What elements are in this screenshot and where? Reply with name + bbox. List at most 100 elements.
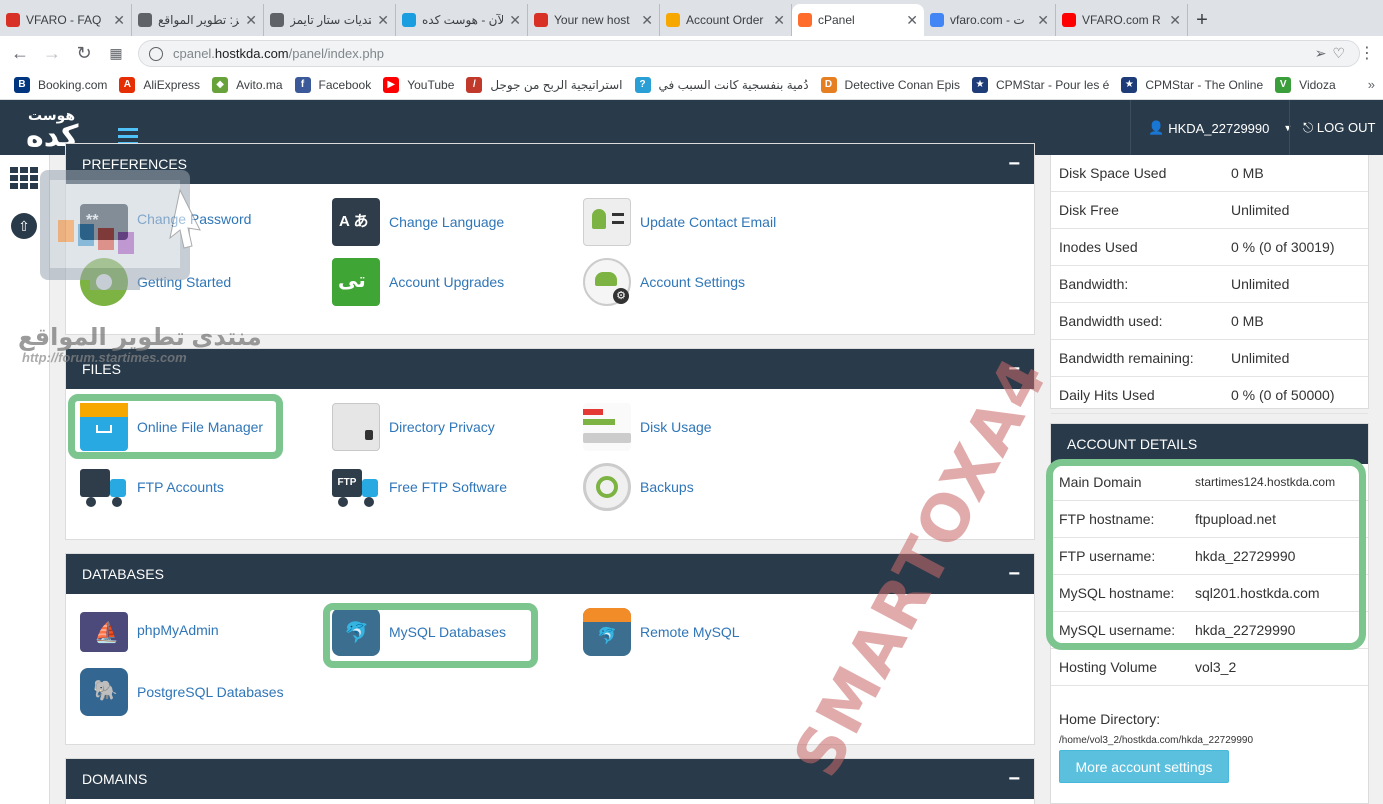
browser-tab[interactable]: Account Order ✕ <box>660 4 792 36</box>
user-icon: 👤 <box>1148 120 1165 135</box>
tab-title: Your new host <box>554 13 630 27</box>
bookmark-item[interactable]: f Facebook <box>294 76 372 93</box>
panel-title: DATABASES <box>82 566 164 582</box>
bookmark-favicon-icon: ▶ <box>383 76 400 93</box>
browser-tab[interactable]: VFARO - FAQ ✕ <box>0 4 132 36</box>
bookmarks-overflow-icon[interactable]: » <box>1368 77 1375 92</box>
stat-value: 0 % (0 of 50000) <box>1231 387 1335 403</box>
forum-logo-watermark <box>40 170 201 290</box>
close-tab-icon[interactable]: ✕ <box>113 12 125 29</box>
preferences-panel-header[interactable]: PREFERENCES − <box>66 144 1034 184</box>
bookmark-item[interactable]: ? دُمية بنفسجية كانت السبب في <box>634 76 809 93</box>
disk-usage-link[interactable]: Disk Usage <box>583 403 712 451</box>
collapse-icon[interactable]: − <box>1008 759 1020 799</box>
account-upgrades-link[interactable]: تى Account Upgrades <box>332 258 504 306</box>
ftp-accounts-link[interactable]: FTP Accounts <box>80 463 224 511</box>
stat-label: Bandwidth remaining: <box>1059 350 1194 366</box>
phpmyadmin-link[interactable]: ⛵ phpMyAdmin <box>80 608 219 652</box>
bookmark-label: استراتيجية الربح من جوجل <box>490 77 623 92</box>
back-icon[interactable]: ← <box>4 43 36 64</box>
bookmark-item[interactable]: ◆ Avito.ma <box>212 76 283 93</box>
folder-lock-icon <box>332 403 380 451</box>
files-panel-header[interactable]: FILES − <box>66 349 1034 389</box>
tab-title: VFARO - FAQ <box>26 13 102 27</box>
browser-tab[interactable]: VFARO.com R ✕ <box>1056 4 1188 36</box>
bookmark-item[interactable]: ▶ YouTube <box>383 76 454 93</box>
bookmark-label: CPMStar - The Online <box>1145 77 1264 92</box>
stats-row: Inodes Used 0 % (0 of 30019) <box>1051 229 1368 266</box>
close-tab-icon[interactable]: ✕ <box>641 12 653 29</box>
detail-label: Hosting Volume <box>1059 659 1158 675</box>
new-tab-icon[interactable]: + <box>1188 4 1216 36</box>
forum-name-watermark: منتدى تطوير المواقع <box>18 324 262 351</box>
browser-toolbar: ← → ↻ ▦ cpanel.hostkda.com/panel/index.p… <box>0 36 1383 70</box>
browser-tab[interactable]: Your new host ✕ <box>528 4 660 36</box>
bookmark-favicon-icon: ◆ <box>212 76 229 93</box>
collapse-icon[interactable]: − <box>1008 144 1020 184</box>
bookmark-item[interactable]: V Vidoza <box>1275 76 1336 93</box>
change-language-link[interactable]: A あ Change Language <box>332 198 504 246</box>
caret-down-icon: ▼ <box>1283 123 1293 133</box>
domains-panel-header[interactable]: DOMAINS − <box>66 759 1034 799</box>
domains-panel: DOMAINS − <box>65 758 1035 804</box>
close-tab-icon[interactable]: ✕ <box>509 12 521 29</box>
bookmark-label: Facebook <box>318 77 372 92</box>
backups-link[interactable]: Backups <box>583 463 694 511</box>
bookmark-item[interactable]: ★ CPMStar - The Online <box>1121 76 1264 93</box>
globe-icon <box>149 46 163 61</box>
forward-icon[interactable]: → <box>36 43 68 64</box>
bookmark-label: Avito.ma <box>236 77 283 92</box>
close-tab-icon[interactable]: ✕ <box>1037 12 1049 29</box>
browser-tab[interactable]: منتديات ستار تايمز ✕ <box>264 4 396 36</box>
stat-label: Bandwidth: <box>1059 276 1129 292</box>
apps-icon[interactable]: ▦ <box>100 45 132 62</box>
bookmark-item[interactable]: / استراتيجية الربح من جوجل <box>466 76 623 93</box>
ftp-accounts-icon <box>80 463 128 511</box>
browser-tab[interactable]: cPanel ✕ <box>792 4 924 36</box>
bookmark-favicon-icon: ? <box>634 76 651 93</box>
free-ftp-software-link[interactable]: FTP Free FTP Software <box>332 463 507 511</box>
bookmark-item[interactable]: ★ CPMStar - Pour les é <box>971 76 1109 93</box>
account-detail-row: Hosting Volume vol3_2 <box>1051 649 1368 686</box>
browser-menu-icon[interactable]: ⋮ <box>1359 43 1375 63</box>
close-tab-icon[interactable]: ✕ <box>377 12 389 29</box>
tab-title: Account Order <box>686 13 764 27</box>
upgrade-icon: تى <box>332 258 380 306</box>
postgresql-databases-link[interactable]: 🐘 PostgreSQL Databases <box>80 668 284 716</box>
stats-row: Disk Space Used 0 MB <box>1051 155 1368 192</box>
bookmark-favicon-icon: A <box>119 76 136 93</box>
close-tab-icon[interactable]: ✕ <box>1169 12 1181 29</box>
bookmark-label: AliExpress <box>143 77 201 92</box>
bookmark-label: Vidoza <box>1299 77 1336 92</box>
logout-button[interactable]: ⎋ LOG OUT <box>1303 120 1375 136</box>
directory-privacy-link[interactable]: Directory Privacy <box>332 403 495 451</box>
tab-favicon-icon <box>1062 13 1076 27</box>
bookmark-item[interactable]: B Booking.com <box>14 76 107 93</box>
reload-icon[interactable]: ↻ <box>68 43 100 64</box>
close-tab-icon[interactable]: ✕ <box>245 12 257 29</box>
address-bar[interactable]: cpanel.hostkda.com/panel/index.php ➢♡ <box>138 40 1360 67</box>
collapse-icon[interactable]: − <box>1008 554 1020 594</box>
user-menu[interactable]: 👤 HKDA_22729990 ▼ <box>1148 120 1292 136</box>
account-settings-link[interactable]: ⚙ Account Settings <box>583 258 745 306</box>
remote-mysql-link[interactable]: 🐬 Remote MySQL <box>583 608 740 656</box>
close-tab-icon[interactable]: ✕ <box>773 12 785 29</box>
panel-title: DOMAINS <box>82 771 148 787</box>
tab-favicon-icon <box>402 13 416 27</box>
update-contact-email-link[interactable]: Update Contact Email <box>583 198 776 246</box>
remote-mysql-icon: 🐬 <box>583 608 631 656</box>
browser-tab[interactable]: تيجز: تطوير المواقع ✕ <box>132 4 264 36</box>
more-account-settings-button[interactable]: More account settings <box>1059 750 1229 783</box>
share-bookmark-icons[interactable]: ➢♡ <box>1315 45 1351 62</box>
bookmark-item[interactable]: D Detective Conan Epis <box>820 76 960 93</box>
bookmark-item[interactable]: A AliExpress <box>119 76 201 93</box>
browser-tab[interactable]: الآن - هوست كده ✕ <box>396 4 528 36</box>
browser-tab[interactable]: vfaro.com - ت ✕ <box>924 4 1056 36</box>
stats-row: Bandwidth used: 0 MB <box>1051 303 1368 340</box>
stat-value: 0 MB <box>1231 313 1264 329</box>
stat-label: Daily Hits Used <box>1059 387 1155 403</box>
home-directory-label: Home Directory: <box>1059 711 1161 727</box>
header-divider <box>1130 100 1131 155</box>
tab-title: الآن - هوست كده <box>422 13 504 27</box>
close-tab-icon[interactable]: ✕ <box>906 12 918 29</box>
